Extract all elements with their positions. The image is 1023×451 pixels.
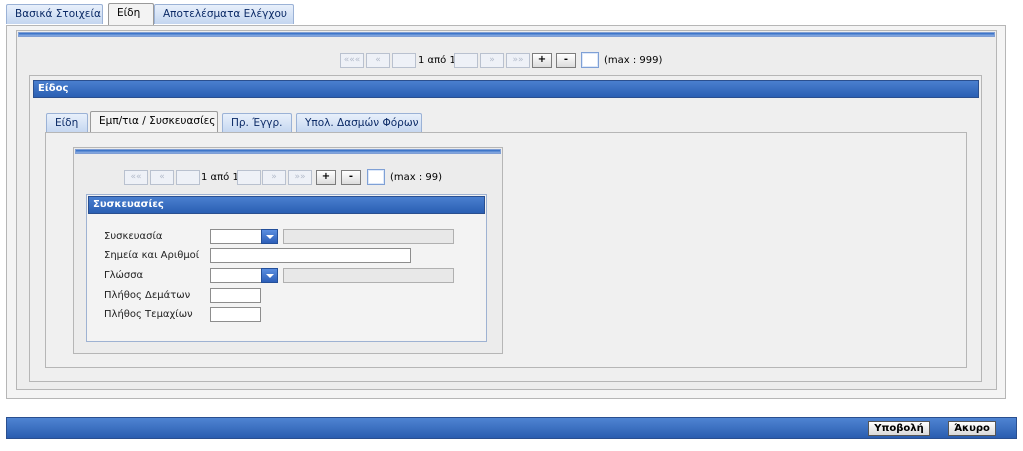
package-description [283, 229, 454, 244]
chevron-down-icon[interactable] [261, 229, 278, 244]
footer-bar [6, 417, 1017, 439]
next-page-button[interactable]: » [480, 53, 504, 68]
next-page-button[interactable]: » [262, 170, 286, 185]
language-description [283, 268, 454, 283]
first-page-button[interactable]: ««« [340, 53, 364, 68]
item-count-box[interactable] [581, 52, 599, 68]
bundles-label: Πλήθος Δεμάτων [104, 290, 191, 301]
package-count-box[interactable] [367, 169, 385, 185]
inner-blue-bar [75, 149, 501, 154]
inner-pager: «« « 1 από 1 » »» + - (max : 99) [124, 169, 444, 187]
pager-spacer [454, 53, 478, 68]
pieces-input[interactable] [210, 307, 261, 322]
item-section-header: Είδος [33, 80, 979, 98]
package-label: Συσκευασία [104, 231, 163, 242]
marks-label: Σημεία και Αριθμοί [104, 250, 200, 261]
page-status: 1 από 1 [418, 55, 456, 66]
add-package-button[interactable]: + [316, 170, 336, 185]
bundles-input[interactable] [210, 288, 261, 303]
tab-previous-documents[interactable]: Πρ. Έγγρ. [222, 113, 292, 133]
prev-page-button[interactable]: « [366, 53, 390, 68]
chevron-down-icon[interactable] [261, 268, 278, 283]
page-status: 1 από 1 [201, 172, 239, 183]
tab-check-results[interactable]: Αποτελέσματα Ελέγχου [154, 4, 294, 24]
pager-spacer [237, 170, 261, 185]
max-items-label: (max : 999) [604, 55, 663, 66]
pager-spacer [392, 53, 416, 68]
first-page-button[interactable]: «« [124, 170, 148, 185]
tab-duty-tax-calc[interactable]: Υπολ. Δασμών Φόρων [296, 113, 422, 133]
tab-item-list[interactable]: Είδη [46, 113, 88, 133]
language-select[interactable] [210, 268, 278, 283]
last-page-button[interactable]: »» [506, 53, 530, 68]
top-tab-bar: Βασικά Στοιχεία Είδη Αποτελέσματα Ελέγχο… [6, 3, 406, 26]
outer-blue-bar [18, 32, 995, 37]
tab-items[interactable]: Είδη [108, 3, 154, 25]
cancel-button[interactable]: Άκυρο [948, 421, 996, 436]
item-tab-bar: Είδη Εμπ/τια / Συσκευασίες Πρ. Έγγρ. Υπο… [46, 111, 426, 134]
outer-pager: ««« « 1 από 1 » »» + - (max : 999) [340, 52, 670, 70]
package-select[interactable] [210, 229, 278, 244]
language-label: Γλώσσα [104, 270, 144, 281]
tab-basic-info[interactable]: Βασικά Στοιχεία [6, 4, 103, 24]
marks-input[interactable] [210, 248, 411, 263]
tab-containers-packages[interactable]: Εμπ/τια / Συσκευασίες [90, 111, 218, 133]
remove-item-button[interactable]: - [556, 53, 576, 68]
submit-button[interactable]: Υποβολή [868, 421, 930, 436]
pager-spacer [176, 170, 200, 185]
max-packages-label: (max : 99) [390, 172, 443, 183]
remove-package-button[interactable]: - [341, 170, 361, 185]
pieces-label: Πλήθος Τεμαχίων [104, 309, 193, 320]
prev-page-button[interactable]: « [150, 170, 174, 185]
last-page-button[interactable]: »» [288, 170, 312, 185]
add-item-button[interactable]: + [532, 53, 552, 68]
packages-header: Συσκευασίες [88, 196, 485, 214]
